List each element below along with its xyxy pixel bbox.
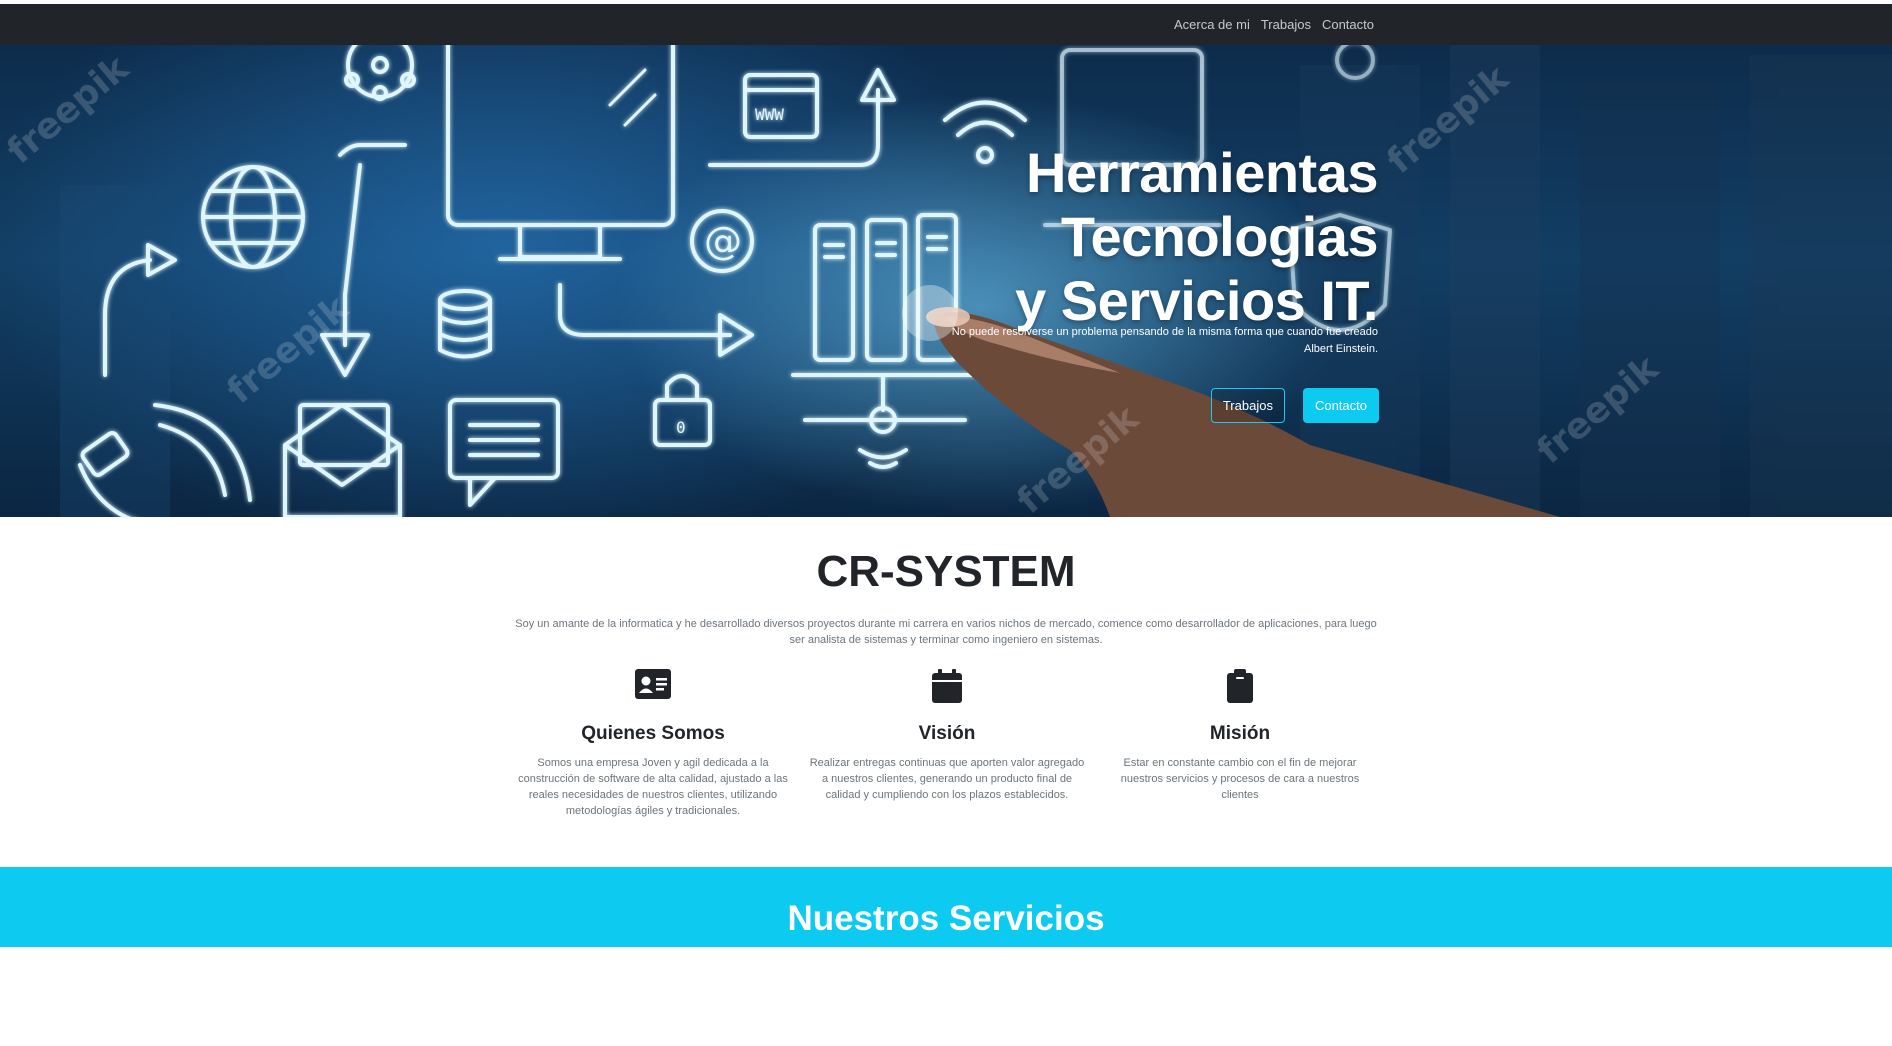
- svg-text:freepik: freepik: [219, 287, 357, 412]
- services-section: Nuestros Servicios: [0, 867, 1892, 947]
- monitor-icon: [446, 45, 675, 261]
- database-icon: [438, 289, 492, 359]
- hero-title-line-2: Tecnologias: [1060, 204, 1379, 268]
- hero-background-illustration: WWW @ 0 freepik freepik freepik freepik …: [0, 45, 1892, 517]
- feature-vision: Visión Realizar entregas continuas que a…: [809, 669, 1085, 803]
- hero-title-line-3: y Servicios IT.: [1015, 268, 1378, 332]
- nav-link-contact[interactable]: Contacto: [1322, 17, 1374, 32]
- at-sign-icon: @: [690, 209, 754, 273]
- chat-bubble-icon: [448, 398, 560, 507]
- arrow-path-left: [338, 143, 407, 157]
- feature-title: Misión: [1209, 723, 1271, 744]
- globe-icon: [201, 165, 305, 269]
- services-title: Nuestros Servicios: [787, 899, 1105, 938]
- svg-text:freepik: freepik: [0, 47, 137, 172]
- arrow-path-up: [708, 88, 880, 167]
- feature-text: Somos una empresa Joven y agil dedicada …: [518, 757, 788, 817]
- arrow-path-right: [558, 283, 732, 337]
- feature-mision: Misión Estar en constante cambio con el …: [1102, 669, 1378, 803]
- navbar: Acerca de mi Trabajos Contacto: [0, 4, 1892, 45]
- hero-title-line-1: Herramientas: [1026, 140, 1378, 204]
- svg-text:WWW: WWW: [755, 105, 784, 124]
- feature-title: Visión: [918, 723, 976, 744]
- quote-author: Albert Einstein.: [1304, 343, 1378, 355]
- svg-text:0: 0: [676, 418, 686, 437]
- hero-buttons: Trabajos Contacto: [1210, 388, 1379, 423]
- clipboard-icon: [1227, 669, 1253, 703]
- feature-quienes-somos: Quienes Somos Somos una empresa Joven y …: [515, 669, 791, 819]
- hero-quote: No puede resolverse un problema pensando…: [952, 324, 1378, 358]
- quote-text: No puede resolverse un problema pensando…: [951, 326, 1378, 338]
- about-intro: Soy un amante de la informatica y he des…: [515, 618, 1377, 646]
- padlock-icon: 0: [653, 374, 712, 447]
- id-card-icon: [635, 669, 671, 699]
- contact-button[interactable]: Contacto: [1302, 388, 1379, 423]
- browser-window-icon: WWW: [743, 73, 819, 139]
- envelope-icon: [283, 403, 402, 517]
- feature-text: Estar en constante cambio con el fin de …: [1120, 757, 1360, 801]
- feature-title: Quienes Somos: [581, 723, 725, 744]
- works-button[interactable]: Trabajos: [1210, 388, 1285, 423]
- hero-title: Herramientas Tecnologias y Servicios IT.: [1015, 141, 1378, 333]
- network-icon: [344, 45, 416, 101]
- wifi-icon: [943, 100, 1027, 164]
- nav-menu: Acerca de mi Trabajos Contacto: [1174, 4, 1374, 45]
- city-skyline-blur: [60, 45, 1892, 517]
- calendar-icon: [932, 669, 962, 703]
- feature-text: Realizar entregas continuas que aporten …: [809, 757, 1085, 801]
- about-section: CR-SYSTEM Soy un amante de la informatic…: [0, 517, 1892, 867]
- nav-link-works[interactable]: Trabajos: [1261, 17, 1311, 32]
- brand-title: CR-SYSTEM: [816, 547, 1076, 596]
- hero-banner: WWW @ 0 freepik freepik freepik freepik …: [0, 45, 1892, 517]
- nav-link-about[interactable]: Acerca de mi: [1174, 17, 1250, 32]
- svg-text:@: @: [704, 219, 742, 263]
